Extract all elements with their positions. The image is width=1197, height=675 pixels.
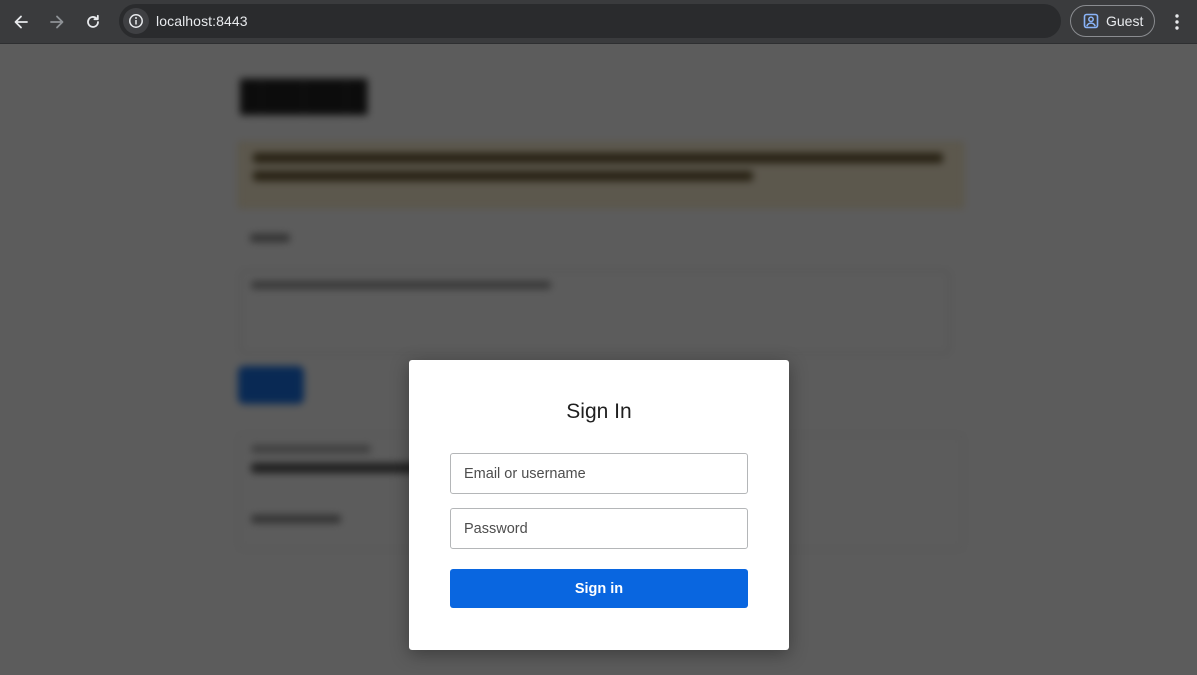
forward-arrow-icon <box>50 15 64 29</box>
guest-profile-icon <box>1083 13 1099 29</box>
password-input[interactable] <box>450 508 748 549</box>
reload-button[interactable] <box>78 7 108 37</box>
sign-in-dialog: Sign In Sign in <box>409 360 789 650</box>
browser-menu-button[interactable] <box>1163 7 1191 37</box>
site-info-button[interactable] <box>123 8 149 34</box>
email-or-username-input[interactable] <box>450 453 748 494</box>
url-text[interactable]: localhost:8443 <box>156 4 248 38</box>
info-icon <box>129 14 143 28</box>
forward-button[interactable] <box>42 7 72 37</box>
kebab-menu-icon <box>1175 14 1179 30</box>
back-arrow-icon <box>14 15 28 29</box>
reload-icon <box>87 14 99 28</box>
dialog-title: Sign In <box>566 400 632 423</box>
back-button[interactable] <box>6 7 36 37</box>
sign-in-button[interactable]: Sign in <box>450 569 748 608</box>
profile-button[interactable]: Guest <box>1070 5 1155 37</box>
browser-toolbar: localhost:8443 Guest <box>0 0 1197 44</box>
profile-label: Guest <box>1106 13 1144 29</box>
address-bar[interactable]: localhost:8443 <box>119 4 1061 38</box>
